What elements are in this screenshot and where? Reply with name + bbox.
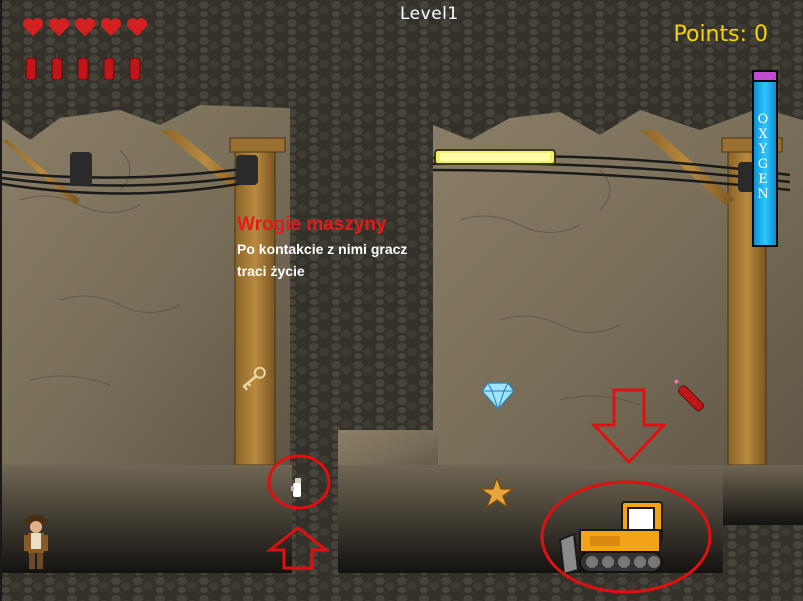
dynamite-icon — [77, 53, 89, 80]
dynamite-icon — [51, 53, 63, 80]
mine-scene — [0, 0, 803, 601]
oxygen-label: OXYGEN — [757, 112, 769, 202]
dynamite-icon — [129, 53, 141, 80]
info-title: Wrogie maszyny — [237, 214, 387, 235]
heart-icon — [48, 18, 70, 37]
points-label: Points: 0 — [673, 22, 769, 47]
heart-icon — [100, 18, 122, 37]
oxygen-meter-cap — [752, 70, 778, 82]
info-text: Po kontakcie z nimi gracz traci życie — [237, 241, 408, 279]
lives-bar — [22, 16, 148, 38]
enemy-info-box: Wrogie maszyny Po kontakcie z nimi gracz… — [237, 214, 437, 282]
dynamite-icon — [25, 53, 37, 80]
heart-icon — [74, 18, 96, 37]
dynamite-icon — [103, 53, 115, 80]
game-stage: Level1 Points: 0 OXYGEN Wrogie maszyny P… — [0, 0, 803, 601]
heart-icon — [126, 18, 148, 37]
heart-icon — [22, 18, 44, 37]
dynamite-bar — [24, 52, 142, 80]
level-label: Level1 — [400, 4, 459, 24]
